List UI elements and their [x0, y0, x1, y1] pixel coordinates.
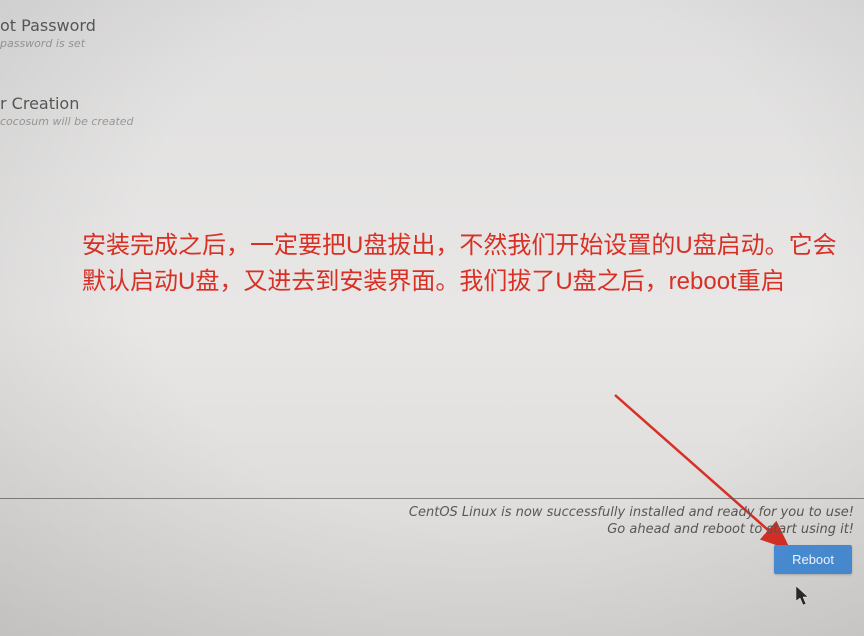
user-creation-title: r Creation [0, 94, 170, 113]
user-creation-subtitle: cocosum will be created [0, 115, 170, 128]
root-password-item[interactable]: ot Password password is set [0, 8, 180, 56]
status-line-1: CentOS Linux is now successfully install… [409, 504, 854, 521]
user-settings-panel: ot Password password is set r Creation c… [0, 8, 180, 164]
separator-line [0, 498, 864, 499]
reboot-button[interactable]: Reboot [774, 545, 852, 574]
root-password-title: ot Password [0, 16, 170, 35]
annotation-note: 安装完成之后，一定要把U盘拔出，不然我们开始设置的U盘启动。它会默认启动U盘，又… [82, 228, 842, 300]
status-line-2: Go ahead and reboot to start using it! [409, 521, 854, 538]
install-status: CentOS Linux is now successfully install… [409, 504, 854, 538]
mouse-cursor-icon [796, 586, 812, 606]
root-password-subtitle: password is set [0, 37, 170, 50]
user-creation-item[interactable]: r Creation cocosum will be created [0, 86, 180, 134]
